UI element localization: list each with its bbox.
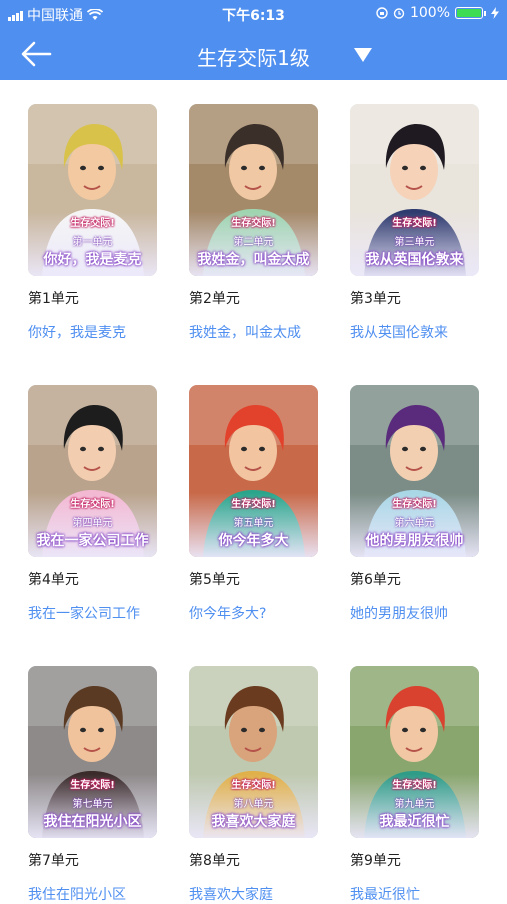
unit-cover-image[interactable]: 生存交际! 第六单元他的男朋友很帅	[350, 385, 479, 557]
unit-subtitle-link[interactable]: 我最近很忙	[350, 884, 420, 904]
unit-subtitle-link[interactable]: 你好，我是麦克	[28, 322, 126, 342]
cover-unit-title: 你今年多大	[218, 533, 289, 549]
cover-course-badge: 生存交际!	[231, 218, 276, 229]
status-right: 100%	[376, 5, 499, 21]
unit-subtitle-link[interactable]: 我住在阳光小区	[28, 884, 126, 904]
cover-unit-title: 我住在阳光小区	[43, 814, 142, 830]
cover-unit-number: 第三单元	[394, 237, 435, 248]
unit-label: 第3单元	[350, 291, 401, 307]
unit-card[interactable]: 生存交际! 第九单元 我最近很忙 第9单元 我最近很忙	[350, 666, 482, 903]
cover-unit-title: 我喜欢大家庭	[211, 814, 296, 830]
unit-label: 第6单元	[350, 572, 401, 588]
unit-subtitle-link[interactable]: 你今年多大?	[189, 603, 266, 623]
caret-down-icon	[354, 48, 372, 62]
cover-unit-number: 第八单元	[233, 799, 274, 810]
unit-card[interactable]: 生存交际! 第四单元 我在一家公司工作 第4单元 我在一家公司工作	[28, 385, 160, 622]
unit-cover-image[interactable]: 生存交际! 第八单元我喜欢大家庭	[189, 666, 318, 838]
cover-course-badge: 生存交际!	[70, 218, 115, 229]
cover-unit-number: 第二单元	[233, 237, 274, 248]
charging-icon	[491, 7, 499, 19]
battery-percent: 100%	[409, 5, 450, 21]
unit-cover-image[interactable]: 生存交际! 第一单元你好，我是麦克	[28, 104, 157, 276]
unit-label: 第7单元	[28, 853, 79, 869]
cover-course-badge: 生存交际!	[70, 499, 115, 510]
cover-course-badge: 生存交际!	[392, 780, 437, 791]
unit-card[interactable]: 生存交际! 第七单元 我住在阳光小区 第7单元 我住在阳光小区	[28, 666, 160, 903]
unit-cover-image[interactable]: 生存交际! 第九单元我最近很忙	[350, 666, 479, 838]
unit-cover-image[interactable]: 生存交际! 第七单元我住在阳光小区	[28, 666, 157, 838]
unit-subtitle-link[interactable]: 我喜欢大家庭	[189, 884, 273, 904]
cover-unit-number: 第六单元	[394, 518, 435, 529]
cover-course-badge: 生存交际!	[70, 780, 115, 791]
cover-course-badge: 生存交际!	[231, 499, 276, 510]
cover-unit-title: 你好，我是麦克	[43, 252, 142, 268]
unit-subtitle-link[interactable]: 我姓金，叫金太成	[189, 322, 301, 342]
cover-unit-number: 第一单元	[72, 237, 113, 248]
unit-subtitle-link[interactable]: 我在一家公司工作	[28, 603, 140, 623]
unit-card[interactable]: 生存交际! 第五单元你今年多大第5单元你今年多大?	[189, 385, 321, 622]
battery-cap	[484, 10, 486, 16]
unit-card[interactable]: 生存交际! 第二单元 我姓金，叫金太成 第2单元 我姓金，叫金太成	[189, 104, 321, 341]
level-dropdown-button[interactable]	[352, 46, 374, 64]
unit-cover-image[interactable]: 生存交际! 第三单元我从英国伦敦来	[350, 104, 479, 276]
cover-unit-number: 第四单元	[72, 518, 113, 529]
alarm-icon	[393, 8, 405, 19]
cover-unit-title: 我在一家公司工作	[36, 533, 149, 549]
unit-card[interactable]: 生存交际! 第一单元 你好，我是麦克 第1单元 你好，我是麦克	[28, 104, 160, 341]
cover-unit-title: 我从英国伦敦来	[365, 252, 464, 268]
unit-card[interactable]: 生存交际! 第八单元 我喜欢大家庭 第8单元 我喜欢大家庭	[189, 666, 321, 903]
unit-label: 第2单元	[189, 291, 240, 307]
unit-subtitle-link[interactable]: 她的男朋友很帅	[350, 603, 448, 623]
lock-rotation-icon	[376, 7, 388, 19]
unit-label: 第1单元	[28, 291, 79, 307]
cover-unit-number: 第五单元	[233, 518, 274, 529]
unit-label: 第4单元	[28, 572, 79, 588]
unit-card[interactable]: 生存交际! 第六单元他的男朋友很帅第6单元她的男朋友很帅	[350, 385, 482, 622]
cover-course-badge: 生存交际!	[392, 218, 437, 229]
unit-label: 第9单元	[350, 853, 401, 869]
unit-cover-image[interactable]: 生存交际! 第五单元你今年多大	[189, 385, 318, 557]
unit-label: 第5单元	[189, 572, 240, 588]
cover-unit-number: 第九单元	[394, 799, 435, 810]
cover-unit-number: 第七单元	[72, 799, 113, 810]
unit-label: 第8单元	[189, 853, 240, 869]
cover-course-badge: 生存交际!	[392, 499, 437, 510]
cover-course-badge: 生存交际!	[231, 780, 276, 791]
unit-cover-image[interactable]: 生存交际! 第二单元我姓金，叫金太成	[189, 104, 318, 276]
unit-subtitle-link[interactable]: 我从英国伦敦来	[350, 322, 448, 342]
page-title: 生存交际1级	[197, 46, 310, 70]
status-bar: 中国联通 下午6:13 100%	[0, 0, 507, 28]
nav-bar: 生存交际1级	[0, 28, 507, 80]
battery-icon	[455, 7, 483, 19]
cover-unit-title: 我姓金，叫金太成	[197, 252, 310, 268]
cover-unit-title: 他的男朋友很帅	[365, 533, 464, 549]
unit-cover-image[interactable]: 生存交际! 第四单元我在一家公司工作	[28, 385, 157, 557]
cover-unit-title: 我最近很忙	[379, 814, 450, 830]
unit-card[interactable]: 生存交际! 第三单元 我从英国伦敦来 第3单元 我从英国伦敦来	[350, 104, 482, 341]
